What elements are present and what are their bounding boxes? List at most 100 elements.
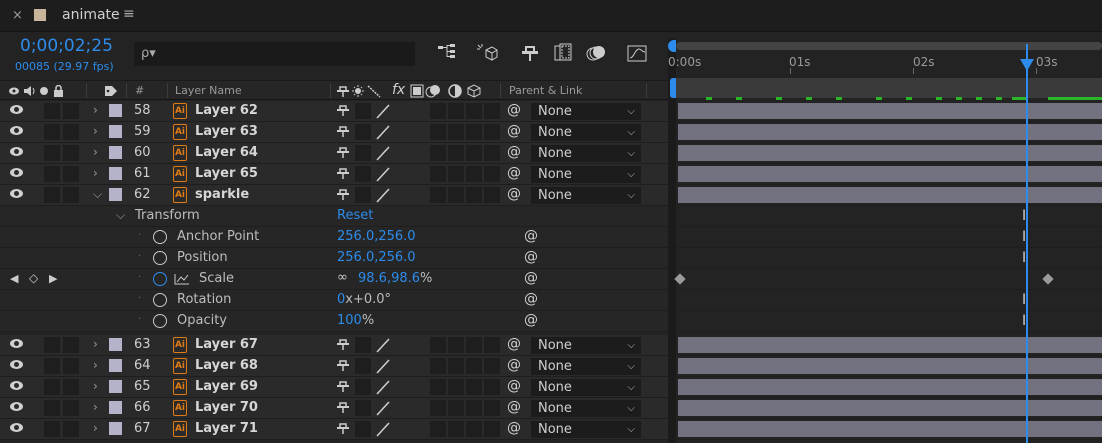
playhead-line[interactable] — [1026, 44, 1028, 443]
motion-blur-switch-cell[interactable] — [466, 421, 482, 437]
next-keyframe-icon[interactable]: ▶ — [49, 272, 57, 285]
layer-track[interactable] — [676, 419, 1102, 440]
audio-switch-cell[interactable] — [44, 166, 60, 182]
column-parent-link[interactable]: Parent & Link — [509, 84, 582, 97]
expression-pick-whip-icon[interactable]: @ — [524, 291, 538, 307]
lock-switch-cell[interactable] — [63, 145, 79, 161]
layer-duration-bar[interactable] — [678, 166, 1102, 182]
eye-icon[interactable] — [10, 168, 23, 177]
parent-dropdown[interactable]: None ⌵ — [531, 145, 641, 162]
pick-whip-icon[interactable]: @ — [507, 399, 521, 415]
constrain-proportions-icon[interactable]: ∞ — [337, 270, 348, 285]
expression-pick-whip-icon[interactable]: @ — [524, 270, 538, 286]
shy-switch-icon[interactable] — [336, 379, 350, 397]
layer-row[interactable]: › 58 Ai Layer 62 @ None ⌵ — [0, 101, 668, 122]
parent-dropdown[interactable]: None ⌵ — [531, 400, 641, 417]
effect-switch-cell[interactable] — [430, 124, 446, 140]
motion-blur-switch-cell[interactable] — [466, 145, 482, 161]
pick-whip-icon[interactable]: @ — [507, 186, 521, 202]
stopwatch-icon[interactable] — [153, 272, 167, 286]
frame-blend-switch-cell[interactable] — [448, 400, 464, 416]
audio-switch-cell[interactable] — [44, 379, 60, 395]
layer-name[interactable]: Layer 62 — [195, 103, 258, 118]
collapse-switch-cell[interactable] — [355, 400, 371, 416]
property-track[interactable]: I — [676, 248, 1102, 269]
property-value[interactable]: 100% — [337, 313, 374, 328]
collapse-switch-cell[interactable] — [355, 358, 371, 374]
parent-dropdown[interactable]: None ⌵ — [531, 337, 641, 354]
stopwatch-icon[interactable] — [153, 314, 167, 328]
layer-duration-bar[interactable] — [678, 124, 1102, 140]
layer-duration-bar[interactable] — [678, 421, 1102, 437]
hide-shy-layers-icon[interactable] — [519, 43, 541, 65]
effect-switch-cell[interactable] — [430, 145, 446, 161]
chevron-right-icon[interactable]: › — [93, 379, 98, 393]
effect-switch-cell[interactable] — [430, 400, 446, 416]
label-color-swatch[interactable] — [109, 338, 122, 351]
transform-property-row[interactable]: · Anchor Point 256.0,256.0 @ — [0, 227, 668, 248]
layer-row[interactable]: › 64 Ai Layer 68 @ None ⌵ — [0, 356, 668, 377]
prev-keyframe-icon[interactable]: ◀ — [10, 272, 18, 285]
expression-pick-whip-icon[interactable]: @ — [524, 249, 538, 265]
quality-switch-icon[interactable] — [374, 167, 392, 182]
layer-track[interactable] — [676, 164, 1102, 185]
3d-switch-cell[interactable] — [484, 166, 500, 182]
motion-blur-icon[interactable] — [585, 43, 607, 65]
layer-name[interactable]: Layer 65 — [195, 166, 258, 181]
property-value[interactable]: 0x+0.0° — [337, 292, 391, 307]
collapse-switch-cell[interactable] — [355, 379, 371, 395]
motion-blur-switch-cell[interactable] — [466, 124, 482, 140]
eye-icon[interactable] — [10, 126, 23, 135]
pick-whip-icon[interactable]: @ — [507, 165, 521, 181]
column-layer-name[interactable]: Layer Name — [175, 84, 242, 97]
transform-property-row[interactable]: · Position 256.0,256.0 @ — [0, 248, 668, 269]
transform-property-row[interactable]: · Opacity 100% @ — [0, 311, 668, 332]
parent-dropdown[interactable]: None ⌵ — [531, 421, 641, 438]
stopwatch-icon[interactable] — [153, 293, 167, 307]
effect-switch-cell[interactable] — [430, 379, 446, 395]
label-color-swatch[interactable] — [109, 125, 122, 138]
draft-3d-icon[interactable] — [476, 43, 498, 65]
shy-switch-icon[interactable] — [336, 124, 350, 142]
chevron-down-icon[interactable]: ⌵ — [93, 187, 102, 202]
motion-blur-switch-cell[interactable] — [466, 400, 482, 416]
label-color-swatch[interactable] — [109, 422, 122, 435]
eye-icon[interactable] — [10, 360, 23, 369]
layer-track[interactable] — [676, 356, 1102, 377]
current-time-display[interactable]: 0;00;02;25 — [20, 36, 113, 56]
3d-switch-cell[interactable] — [484, 421, 500, 437]
frame-blend-switch-cell[interactable] — [448, 187, 464, 203]
motion-blur-switch-cell[interactable] — [466, 166, 482, 182]
layer-search-input[interactable]: ρ▾ — [134, 42, 415, 66]
shy-switch-icon[interactable] — [336, 421, 350, 439]
property-value-text[interactable]: 100 — [337, 313, 362, 328]
frame-blend-switch-cell[interactable] — [448, 379, 464, 395]
transform-label[interactable]: Transform — [135, 208, 200, 223]
collapse-switch-cell[interactable] — [355, 166, 371, 182]
shy-switch-icon[interactable] — [336, 166, 350, 184]
close-tab-icon[interactable]: × — [12, 8, 23, 23]
navigator-start-handle[interactable] — [668, 40, 676, 52]
collapse-switch-cell[interactable] — [355, 421, 371, 437]
quality-switch-icon[interactable] — [374, 401, 392, 416]
3d-switch-cell[interactable] — [484, 337, 500, 353]
quality-switch-icon[interactable] — [374, 380, 392, 395]
property-value[interactable]: 98.6,98.6% — [358, 271, 432, 286]
quality-switch-icon[interactable] — [374, 422, 392, 437]
layer-duration-bar[interactable] — [678, 337, 1102, 353]
eye-icon[interactable] — [10, 402, 23, 411]
pick-whip-icon[interactable]: @ — [507, 102, 521, 118]
eye-icon[interactable] — [10, 105, 23, 114]
property-track[interactable]: I — [676, 227, 1102, 248]
frame-blend-switch-cell[interactable] — [448, 103, 464, 119]
chevron-right-icon[interactable]: › — [93, 124, 98, 138]
property-track[interactable]: I — [676, 311, 1102, 332]
keyframe-icon[interactable] — [1042, 273, 1054, 285]
parent-dropdown[interactable]: None ⌵ — [531, 103, 641, 120]
3d-switch-cell[interactable] — [484, 358, 500, 374]
motion-blur-switch-cell[interactable] — [466, 358, 482, 374]
parent-dropdown[interactable]: None ⌵ — [531, 166, 641, 183]
layer-name[interactable]: Layer 64 — [195, 145, 258, 160]
motion-blur-switch-cell[interactable] — [466, 187, 482, 203]
transform-group-row[interactable]: ⌵ Transform Reset — [0, 206, 668, 227]
